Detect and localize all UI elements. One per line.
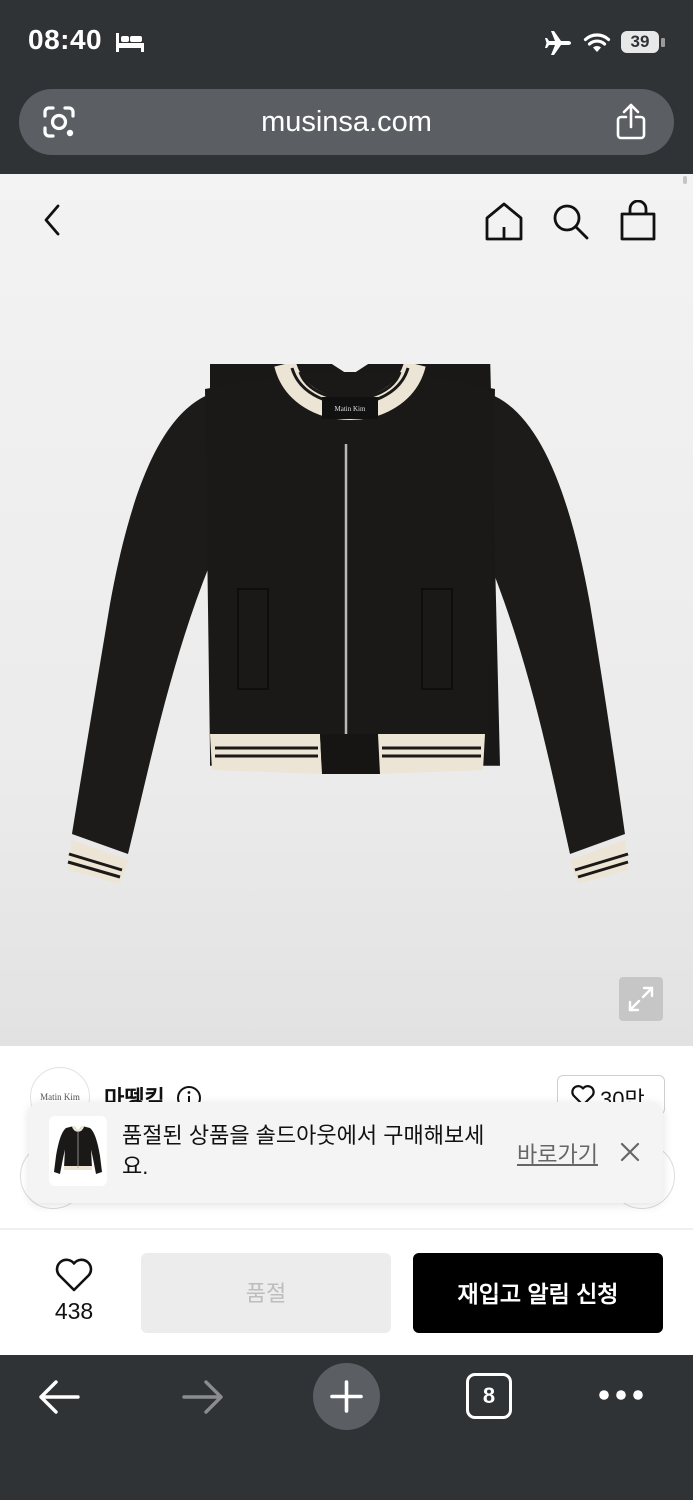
expand-image-button[interactable] <box>619 977 663 1021</box>
product-label: Matin Kim <box>335 405 366 413</box>
scroll-indicator <box>683 176 687 184</box>
restock-alert-button[interactable]: 재입고 알림 신청 <box>413 1253 663 1333</box>
tabs-icon[interactable]: 8 <box>466 1373 512 1419</box>
toast-go-link[interactable]: 바로가기 <box>517 1137 598 1169</box>
battery-tip <box>661 38 665 47</box>
airplane-icon <box>545 31 571 55</box>
toast-product-thumbnail <box>49 1116 107 1186</box>
browser-chrome-top: 08:40 39 musinsa.com <box>0 0 693 174</box>
battery-level: 39 <box>630 32 650 51</box>
jacket-thumbnail-image <box>54 1125 102 1174</box>
soldout-button: 품절 <box>141 1253 391 1333</box>
close-icon[interactable] <box>618 1140 642 1164</box>
home-icon[interactable] <box>484 200 524 242</box>
product-jacket-image[interactable]: Matin Kim <box>60 364 640 914</box>
url-text[interactable]: musinsa.com <box>19 89 674 155</box>
new-tab-icon <box>330 1380 363 1413</box>
expand-icon <box>628 986 654 1012</box>
wishlist-heart-icon[interactable] <box>54 1257 94 1293</box>
forward-icon[interactable] <box>180 1377 226 1417</box>
back-chevron-icon[interactable] <box>38 200 66 240</box>
wifi-icon <box>583 33 611 52</box>
status-time: 08:40 <box>28 24 103 55</box>
toast-message: 품절된 상품을 솔드아웃에서 구매해보세요. <box>122 1123 485 1179</box>
shopping-bag-icon[interactable] <box>618 200 658 242</box>
bed-icon <box>116 33 144 52</box>
back-icon[interactable] <box>36 1377 82 1417</box>
wishlist-count: 438 <box>54 1298 94 1324</box>
product-image-area: Matin Kim <box>0 174 693 1046</box>
browser-toolbar: 8 <box>0 1355 693 1500</box>
more-icon[interactable] <box>598 1388 644 1402</box>
search-icon[interactable] <box>551 202 591 242</box>
share-icon[interactable] <box>615 103 647 141</box>
url-bar[interactable]: musinsa.com <box>19 89 674 155</box>
new-tab-button[interactable] <box>313 1363 380 1430</box>
battery-icon: 39 <box>621 31 659 53</box>
soldout-toast: 품절된 상품을 솔드아웃에서 구매해보세요. 바로가기 <box>29 1102 663 1203</box>
